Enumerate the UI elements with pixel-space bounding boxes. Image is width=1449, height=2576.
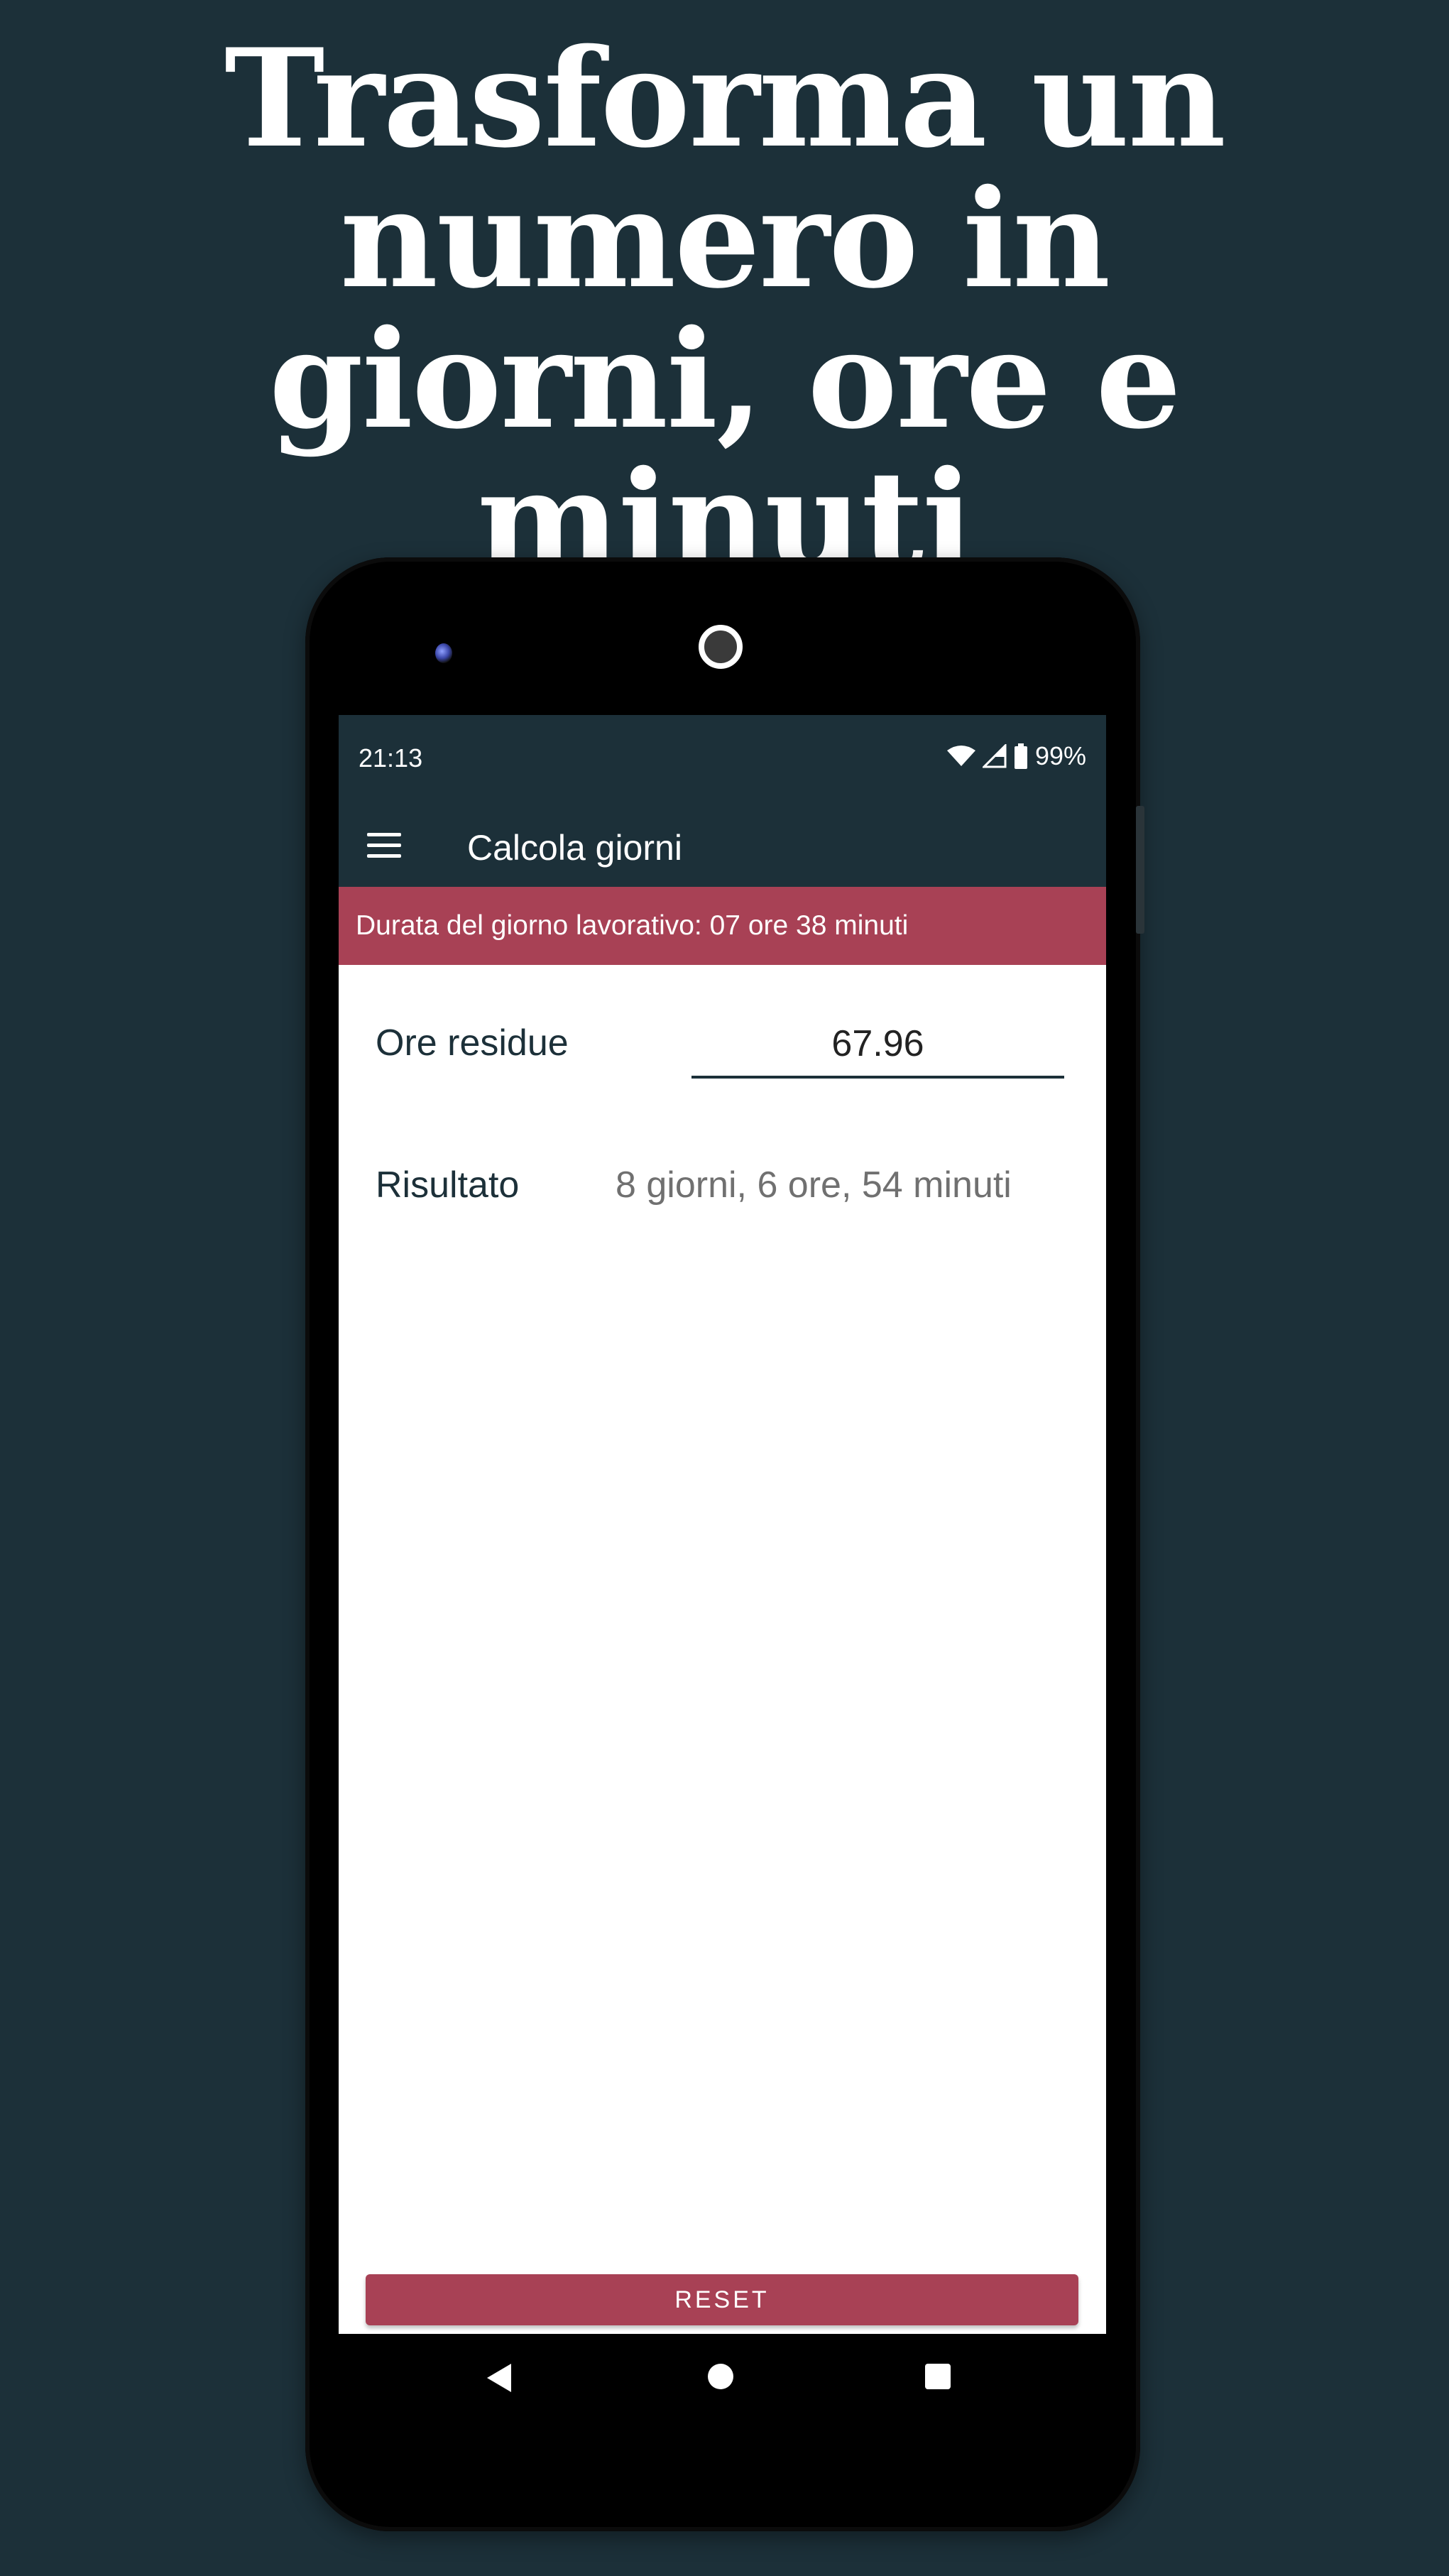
home-icon[interactable] — [708, 2364, 733, 2389]
status-icons: 99% — [946, 741, 1086, 772]
hamburger-menu-icon[interactable] — [367, 824, 410, 866]
status-bar: 21:13 99% — [339, 715, 1106, 799]
promo-headline: Trasforma un numero in giorni, ore e min… — [0, 28, 1449, 591]
hours-label: Ore residue — [376, 1022, 569, 1064]
headline-line-1: Trasforma un — [224, 19, 1226, 178]
recents-icon[interactable] — [925, 2364, 951, 2389]
phone-side-button — [1136, 806, 1144, 934]
navigation-bar — [339, 2334, 1106, 2418]
app-bar: Calcola giorni — [339, 799, 1106, 891]
back-icon[interactable] — [487, 2364, 511, 2392]
battery-icon — [1014, 743, 1027, 769]
battery-percent: 99% — [1034, 741, 1086, 770]
app-title: Calcola giorni — [467, 828, 682, 868]
headline-line-2: numero in — [339, 160, 1111, 318]
status-time: 21:13 — [359, 743, 423, 773]
front-camera — [699, 625, 743, 669]
signal-icon — [982, 744, 1007, 768]
wifi-icon — [946, 746, 975, 766]
result-label: Risultato — [376, 1164, 520, 1206]
headline-line-3: giorni, ore e minuti — [268, 300, 1181, 599]
reset-button[interactable]: RESET — [366, 2274, 1078, 2325]
hours-input[interactable] — [691, 1012, 1064, 1079]
result-value: 8 giorni, 6 ore, 54 minuti — [616, 1164, 1012, 1206]
app-screen: 21:13 99% Calcola giorni Durata del gior… — [339, 715, 1106, 2334]
workday-duration-banner: Durata del giorno lavorativo: 07 ore 38 … — [339, 887, 1106, 965]
front-sensor — [435, 643, 452, 663]
